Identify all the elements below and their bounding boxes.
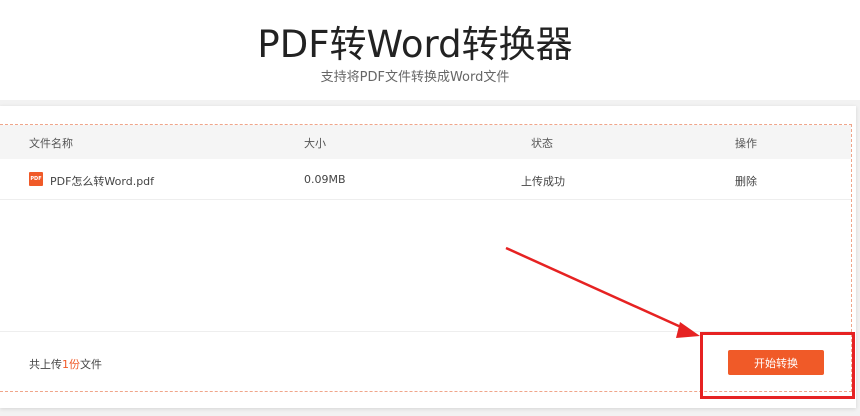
column-header-status: 状态: [531, 137, 553, 150]
file-size: 0.09MB: [304, 173, 346, 186]
delete-link[interactable]: 删除: [735, 173, 757, 189]
column-header-name: 文件名称: [29, 137, 73, 150]
table-header: [0, 125, 851, 159]
column-header-size: 大小: [304, 137, 326, 150]
upload-count: 1份: [62, 358, 80, 371]
summary-prefix: 共上传: [29, 358, 62, 371]
pdf-file-icon: PDF: [29, 172, 43, 186]
file-name: PDF怎么转Word.pdf: [50, 175, 155, 188]
row-divider: [0, 199, 851, 200]
page-subtitle: 支持将PDF文件转换成Word文件: [320, 70, 510, 85]
page-title: PDF转Word转换器: [257, 23, 573, 66]
summary-suffix: 文件: [80, 358, 102, 371]
upload-summary: 共上传1份文件: [29, 356, 102, 372]
annotation-highlight-box: [700, 332, 855, 399]
upload-status: 上传成功: [521, 175, 565, 188]
column-header-action: 操作: [735, 137, 757, 150]
